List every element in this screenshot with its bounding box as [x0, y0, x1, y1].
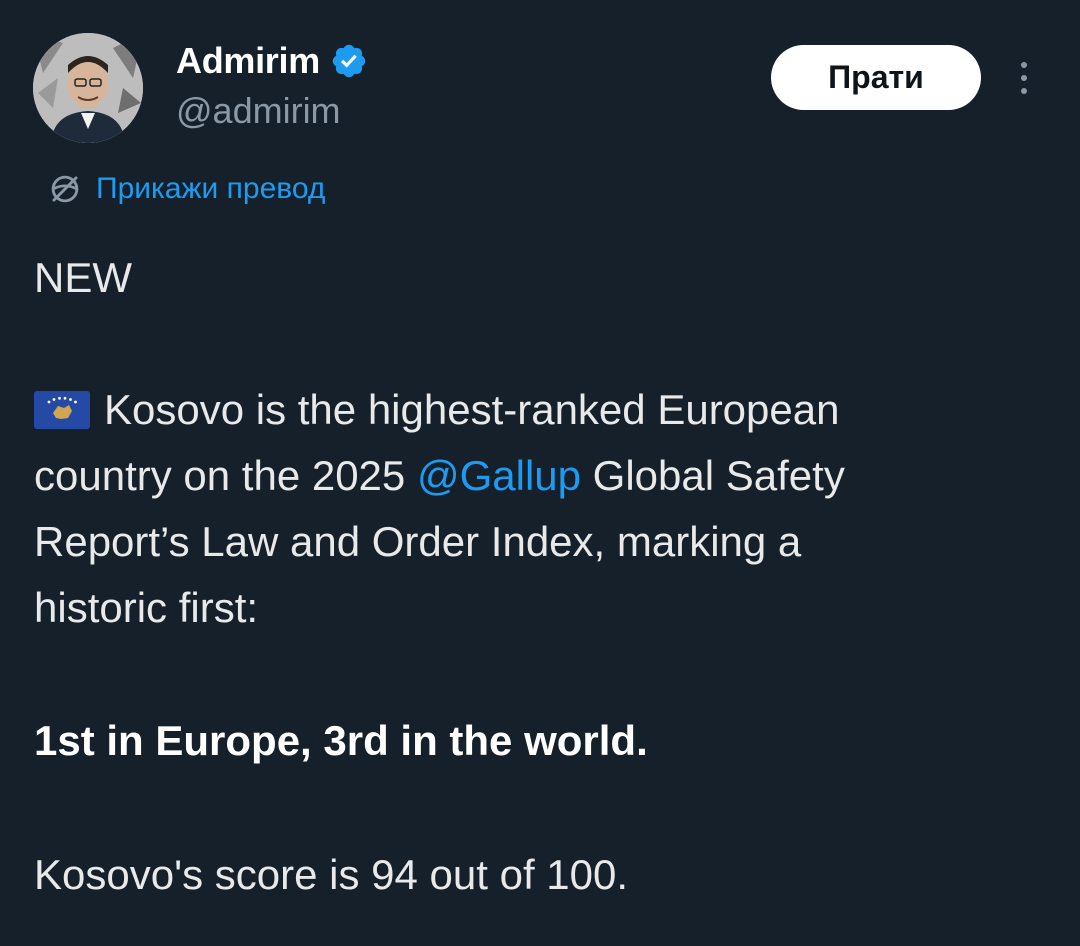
- tweet-score-line: Kosovo's score is 94 out of 100.: [34, 851, 629, 898]
- show-translation-link[interactable]: Прикажи превод: [46, 170, 325, 208]
- author-display-name[interactable]: Admirim: [176, 40, 320, 82]
- avatar[interactable]: [33, 33, 143, 143]
- tweet-line: Kosovo is the highest-ranked European: [34, 377, 839, 443]
- tweet-bold-line: 1st in Europe, 3rd in the world.: [34, 717, 648, 764]
- tweet-line-1-text: Kosovo is the highest-ranked European: [104, 386, 840, 433]
- kosovo-flag-icon: [34, 390, 90, 429]
- avatar-image: [33, 33, 143, 143]
- author-handle[interactable]: @admirim: [176, 90, 341, 132]
- tweet-line-2-after: Global Safety: [581, 452, 845, 499]
- follow-button[interactable]: Прати: [771, 45, 981, 110]
- author-name-row: Admirim: [176, 40, 368, 82]
- verified-badge-icon: [332, 44, 366, 78]
- more-options-icon[interactable]: [1008, 58, 1040, 98]
- tweet-line-new: NEW: [34, 254, 132, 301]
- tweet-line-2-before: country on the 2025: [34, 452, 417, 499]
- tweet-line-3: Report’s Law and Order Index, marking a: [34, 518, 802, 565]
- more-dot: [1021, 75, 1027, 81]
- translate-globe-icon: [51, 175, 79, 203]
- tweet-card: Admirim @admirim Прати Прикажи превод NE…: [0, 0, 1080, 946]
- gallup-mention-link[interactable]: @Gallup: [417, 452, 581, 499]
- more-dot: [1021, 88, 1027, 94]
- tweet-line: country on the 2025 @Gallup Global Safet…: [34, 443, 845, 509]
- more-dot: [1021, 62, 1027, 68]
- tweet-line-4: historic first:: [34, 584, 259, 631]
- show-translation-label: Прикажи превод: [96, 172, 326, 205]
